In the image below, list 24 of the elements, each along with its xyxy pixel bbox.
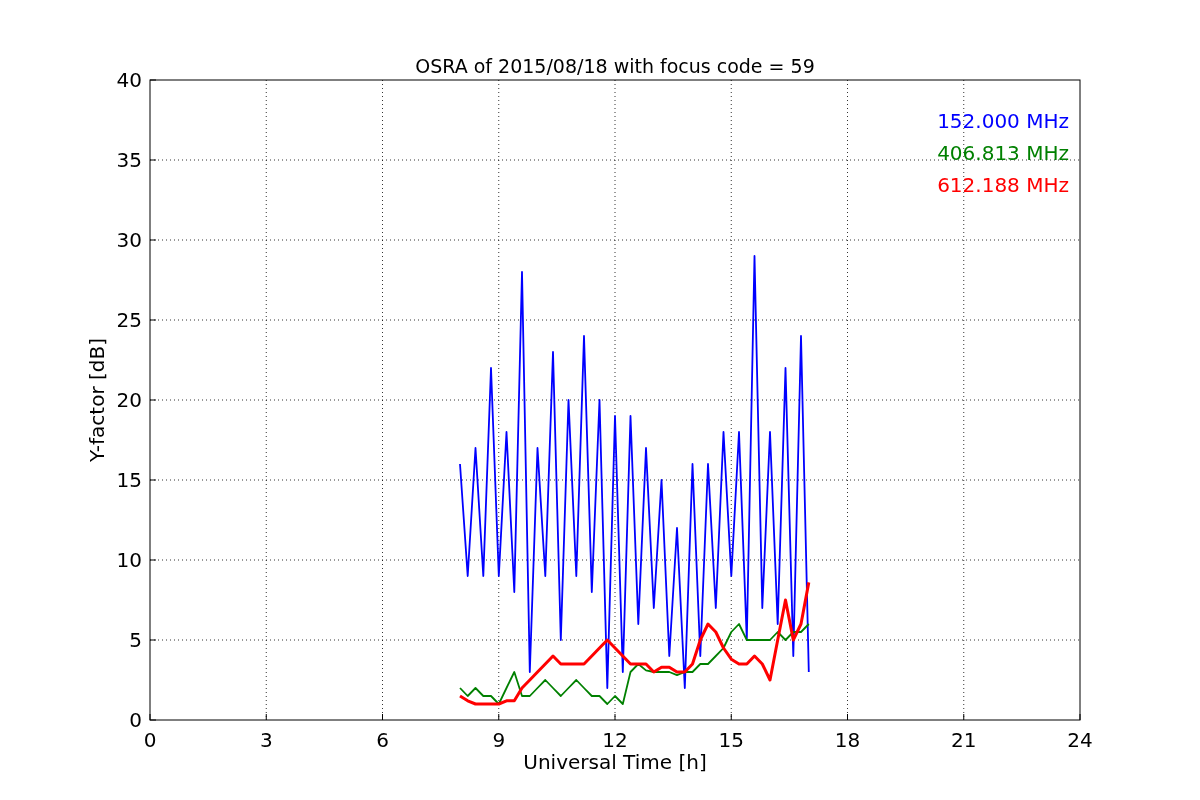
tick-label: 35 [116, 148, 142, 172]
legend-label: 612.188 MHz [937, 173, 1069, 197]
tick-label: 15 [718, 728, 744, 752]
tick-label: 30 [116, 228, 142, 252]
tick-label: 0 [143, 728, 157, 752]
tick-label: 20 [116, 388, 142, 412]
legend-label: 152.000 MHz [937, 109, 1069, 133]
tick-label: 5 [129, 628, 142, 652]
tick-label: 24 [1067, 728, 1093, 752]
tick-label: 12 [602, 728, 628, 752]
tick-label: 10 [116, 548, 142, 572]
tick-label: 6 [376, 728, 389, 752]
tick-label: 40 [116, 68, 142, 92]
tick-label: 18 [834, 728, 861, 752]
tick-label: 9 [492, 728, 506, 752]
tick-label: 15 [116, 468, 142, 492]
x-axis-label: Universal Time [h] [523, 750, 707, 774]
tick-label: 3 [259, 728, 273, 752]
chart-title: OSRA of 2015/08/18 with focus code = 59 [415, 55, 815, 77]
tick-label: 25 [116, 308, 142, 332]
y-axis-label: Y-factor [dB] [85, 338, 109, 462]
tick-label: 0 [129, 708, 142, 732]
legend-label: 406.813 MHz [937, 141, 1069, 165]
tick-label: 21 [951, 728, 977, 752]
